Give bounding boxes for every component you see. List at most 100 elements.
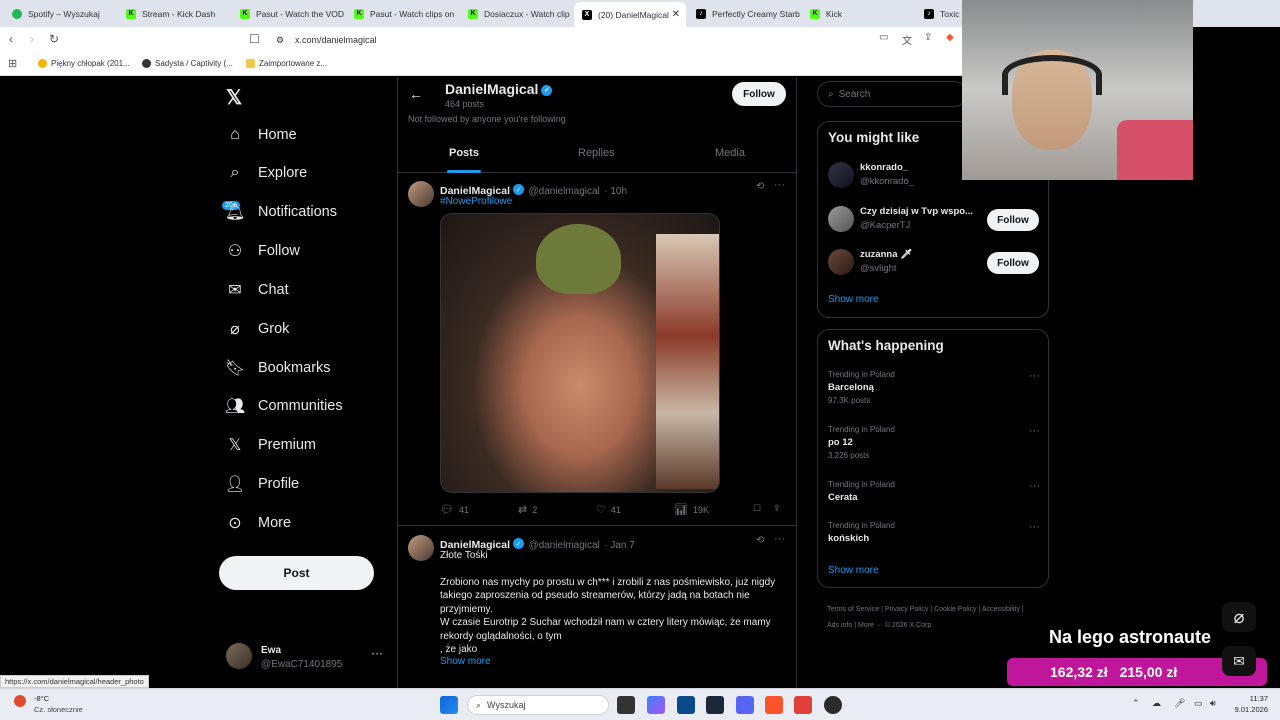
show-more-link[interactable]: Show more bbox=[828, 294, 879, 305]
donation-goal: 215,00 zł bbox=[1119, 664, 1178, 680]
repost-button[interactable]: ⇄ 2 bbox=[518, 503, 537, 516]
hashtag-link[interactable]: #NoweProfilowe bbox=[440, 196, 512, 207]
tab-media[interactable]: Media bbox=[715, 147, 745, 159]
app-icon[interactable] bbox=[794, 696, 812, 714]
browser-tab[interactable]: K Stream - Kick Dash bbox=[118, 4, 230, 23]
mail-icon[interactable]: ✉ bbox=[1222, 646, 1256, 676]
network-icon[interactable]: ▭ bbox=[1194, 698, 1203, 709]
translate-icon[interactable]: 文 bbox=[902, 32, 912, 47]
footer-links[interactable]: Terms of Service | Privacy Policy | Cook… bbox=[827, 602, 1037, 634]
sidebar-item-communities[interactable]: 👥︎ Communities bbox=[225, 391, 343, 421]
sidebar-item-follow[interactable]: ⚇ Follow bbox=[226, 236, 300, 266]
back-arrow-icon[interactable]: ← bbox=[409, 86, 423, 102]
tab-replies[interactable]: Replies bbox=[578, 147, 615, 159]
store-icon[interactable] bbox=[677, 696, 695, 714]
sidebar-item-bookmarks[interactable]: 🔖︎ Bookmarks bbox=[225, 353, 331, 383]
browser-tab[interactable]: Spotify – Wyszukaj bbox=[4, 4, 116, 23]
sidebar-item-home[interactable]: ⌂ Home bbox=[226, 120, 297, 150]
trend-item[interactable]: Trending in Poland Cerata ··· bbox=[828, 480, 1040, 520]
sidebar-item-more[interactable]: ⊙ More bbox=[226, 508, 291, 538]
browser-tab-active[interactable]: X (20) DanielMagical ✕ bbox=[574, 2, 686, 27]
reload-icon[interactable]: ↻ bbox=[49, 32, 59, 46]
grok-icon[interactable]: ⌀ bbox=[1222, 602, 1256, 632]
browser-tab[interactable]: ♪ Perfectly Creamy Starb bbox=[688, 4, 800, 23]
tweet-image[interactable] bbox=[440, 213, 720, 493]
sidebar-item-notifications[interactable]: 🔔︎ Notifications bbox=[225, 197, 337, 227]
grok-icon: ⌀ bbox=[230, 321, 240, 338]
brave-shield-icon[interactable]: ◆ bbox=[946, 32, 954, 43]
windows-start-icon[interactable] bbox=[440, 696, 458, 714]
tray-cloud-icon[interactable]: ☁ bbox=[1152, 698, 1161, 709]
show-more-link[interactable]: Show more bbox=[440, 656, 491, 667]
volume-icon[interactable]: 🔊︎ bbox=[1210, 698, 1216, 709]
weather-icon[interactable] bbox=[14, 695, 26, 707]
close-icon[interactable]: ✕ bbox=[672, 9, 680, 20]
more-dots-icon[interactable]: ··· bbox=[774, 533, 785, 545]
apps-grid-icon[interactable]: ⊞ bbox=[8, 57, 17, 70]
reply-button[interactable]: 💬︎ 41 bbox=[440, 503, 469, 516]
obs-icon[interactable] bbox=[824, 696, 842, 714]
clock-time[interactable]: 11:37 bbox=[1234, 694, 1268, 703]
brave-icon[interactable] bbox=[765, 696, 783, 714]
show-more-link[interactable]: Show more bbox=[828, 565, 879, 576]
browser-tab[interactable]: K Dosiaczux - Watch clip bbox=[460, 4, 572, 23]
discord-icon[interactable] bbox=[736, 696, 754, 714]
tweet[interactable]: DanielMagical ✓ @danielmagical · 10h ⟲ ··… bbox=[398, 173, 796, 526]
address-bar[interactable]: ⚙ x.com/danielmagical bbox=[265, 30, 965, 50]
more-dots-icon[interactable]: ··· bbox=[1029, 370, 1040, 382]
sidebar-item-premium[interactable]: 𝕏 Premium bbox=[226, 430, 316, 460]
browser-tab[interactable]: ♪ Toxic bbox=[916, 4, 962, 23]
post-button[interactable]: Post bbox=[219, 556, 374, 590]
mail-icon: ✉ bbox=[228, 282, 242, 299]
follow-button[interactable]: Follow bbox=[987, 209, 1039, 231]
bookmark-folder[interactable]: Zaimportowane z... bbox=[246, 59, 327, 68]
forward-icon[interactable]: › bbox=[30, 32, 34, 46]
bookmark-icon[interactable]: ☐ bbox=[753, 503, 761, 514]
clock-date[interactable]: 9.01.2026 bbox=[1226, 705, 1268, 714]
site-info-icon[interactable]: ⚙ bbox=[276, 35, 284, 46]
views-icon: 📊︎ bbox=[674, 504, 688, 516]
follow-button[interactable]: Follow bbox=[987, 252, 1039, 274]
suggestion-item[interactable]: Czy dzisiaj w Tvp wspo... @KacperTJ Foll… bbox=[828, 204, 1040, 240]
more-dots-icon[interactable]: ··· bbox=[1029, 480, 1040, 492]
browser-tab[interactable]: K Pasut - Watch clips on bbox=[346, 4, 458, 23]
sidebar-item-chat[interactable]: ✉ Chat bbox=[226, 275, 288, 305]
microphone-icon[interactable]: 🎤︎ bbox=[1174, 698, 1185, 709]
back-icon[interactable]: ‹ bbox=[9, 32, 13, 46]
browser-tab[interactable]: K Pasut - Watch the VOD bbox=[232, 4, 344, 23]
bookmark-item[interactable]: Piękny chłopak (201... bbox=[38, 59, 130, 68]
tab-posts[interactable]: Posts bbox=[449, 147, 479, 159]
sidebar-item-explore[interactable]: ⌕ Explore bbox=[226, 158, 308, 188]
trend-item[interactable]: Trending in Poland po 12 3,226 posts ··· bbox=[828, 425, 1040, 465]
grok-icon[interactable]: ⟲ bbox=[756, 535, 764, 546]
x-logo-icon[interactable]: 𝕏 bbox=[226, 85, 242, 110]
trend-item[interactable]: Trending in Poland końskich ··· bbox=[828, 521, 1040, 561]
grok-icon[interactable]: ⟲ bbox=[756, 181, 764, 192]
cast-icon[interactable]: ▭ bbox=[879, 32, 888, 43]
more-dots-icon[interactable]: ··· bbox=[1029, 521, 1040, 533]
like-button[interactable]: ♡ 41 bbox=[596, 503, 621, 516]
account-switcher[interactable]: Ewa @EwaC71401895 ··· bbox=[226, 643, 386, 673]
follow-button[interactable]: Follow bbox=[732, 82, 786, 106]
person-add-icon: ⚇ bbox=[227, 243, 243, 260]
suggestion-item[interactable]: zuzanna 🗡 @svlight Follow bbox=[828, 247, 1040, 283]
share-icon[interactable]: ⇪ bbox=[924, 32, 932, 43]
task-view-icon[interactable] bbox=[617, 696, 635, 714]
share-icon[interactable]: ⇪ bbox=[773, 503, 781, 514]
search-input[interactable]: ⌕ Search bbox=[817, 81, 967, 107]
taskbar-search-input[interactable]: ⌕ Wyszukaj bbox=[467, 695, 609, 715]
tray-chevron-icon[interactable]: ⌃ bbox=[1132, 698, 1140, 709]
bookmark-icon[interactable]: ☐ bbox=[249, 32, 260, 46]
copilot-icon[interactable] bbox=[647, 696, 665, 714]
more-dots-icon[interactable]: ··· bbox=[774, 179, 785, 191]
sidebar-item-grok[interactable]: ⌀ Grok bbox=[226, 314, 289, 344]
tweet[interactable]: DanielMagical ✓ @danielmagical · Jan 7 ⟲ … bbox=[398, 527, 796, 688]
steam-icon[interactable] bbox=[706, 696, 724, 714]
sidebar-item-profile[interactable]: 👤︎ Profile bbox=[225, 469, 299, 499]
browser-tab[interactable]: K Kick bbox=[802, 4, 914, 23]
more-dots-icon[interactable]: ··· bbox=[371, 646, 383, 660]
trend-item[interactable]: Trending in Poland Barceloną 97.3K posts ··… bbox=[828, 370, 1040, 410]
views-button[interactable]: 📊︎ 19K bbox=[674, 503, 709, 516]
bookmark-item[interactable]: Sadysta / Captivity (... bbox=[142, 59, 233, 68]
more-dots-icon[interactable]: ··· bbox=[1029, 425, 1040, 437]
